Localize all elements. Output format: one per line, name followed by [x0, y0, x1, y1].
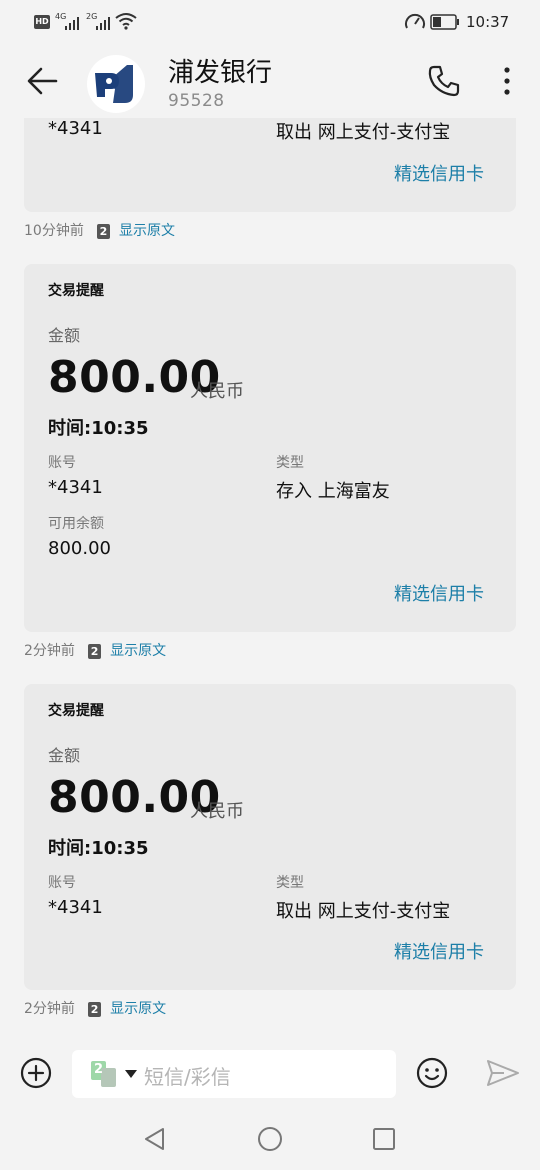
- currency-label: 人民币: [190, 801, 244, 822]
- nav-home-icon[interactable]: [257, 1126, 283, 1152]
- speed-meter-icon: [405, 13, 425, 29]
- type-value: 存入 上海富友: [276, 481, 390, 502]
- amount-label: 金额: [48, 326, 81, 345]
- message-time: 10分钟前: [24, 223, 84, 239]
- type-value: 取出 网上支付-支付宝: [276, 901, 451, 922]
- transaction-time: 时间:10:35: [48, 838, 149, 859]
- type-label: 类型: [276, 875, 304, 891]
- type-label: 类型: [276, 455, 304, 471]
- credit-card-link[interactable]: 精选信用卡: [394, 160, 484, 186]
- nav-recents-icon[interactable]: [373, 1128, 395, 1150]
- transaction-time: 时间:10:35: [48, 418, 149, 439]
- message-time: 2分钟前: [24, 1001, 75, 1017]
- status-bar: HD 4G 2G 10:37: [34, 12, 510, 31]
- smiley-icon[interactable]: [416, 1057, 448, 1089]
- show-original-link[interactable]: 显示原文: [110, 643, 166, 659]
- show-original-link[interactable]: 显示原文: [119, 223, 175, 239]
- contact-number: 95528: [168, 91, 225, 111]
- hd-indicator: HD: [34, 15, 50, 29]
- sim-badge-icon: 2: [96, 224, 110, 239]
- sim-selector[interactable]: 2: [90, 1060, 138, 1088]
- phone-icon[interactable]: [427, 64, 461, 98]
- message-card-partial[interactable]: *4341 取出 网上支付-支付宝 精选信用卡: [24, 118, 516, 212]
- account-label: 账号: [48, 875, 76, 891]
- more-vertical-icon[interactable]: [496, 64, 518, 98]
- message-time: 2分钟前: [24, 643, 75, 659]
- message-meta: 2分钟前 2 显示原文: [24, 998, 166, 1018]
- type-value: 取出 网上支付-支付宝: [276, 122, 451, 143]
- message-meta: 10分钟前 2 显示原文: [24, 220, 175, 240]
- balance-value: 800.00: [48, 538, 111, 559]
- back-arrow-icon[interactable]: [24, 62, 62, 100]
- battery-icon: [430, 14, 459, 30]
- plus-circle-icon[interactable]: [20, 1057, 52, 1089]
- currency-label: 人民币: [190, 381, 244, 402]
- account-label: 账号: [48, 455, 76, 471]
- card-title: 交易提醒: [48, 703, 104, 719]
- account-value: *4341: [48, 118, 103, 139]
- chevron-down-icon: [125, 1070, 137, 1078]
- message-meta: 2分钟前 2 显示原文: [24, 640, 166, 660]
- card-title: 交易提醒: [48, 283, 104, 299]
- balance-label: 可用余额: [48, 516, 104, 532]
- contact-name: 浦发银行: [168, 58, 273, 88]
- amount-label: 金额: [48, 746, 81, 765]
- send-icon[interactable]: [486, 1058, 520, 1088]
- input-placeholder: 短信/彩信: [144, 1065, 231, 1089]
- credit-card-link[interactable]: 精选信用卡: [394, 938, 484, 964]
- show-original-link[interactable]: 显示原文: [110, 1001, 166, 1017]
- sim-badge-icon: 2: [88, 1002, 102, 1017]
- nav-back-icon[interactable]: [142, 1126, 168, 1152]
- credit-card-link[interactable]: 精选信用卡: [394, 580, 484, 606]
- account-value: *4341: [48, 897, 103, 918]
- wifi-icon: [115, 13, 137, 30]
- message-card[interactable]: 交易提醒 金额 800.00 人民币 时间:10:35 账号 *4341 类型 …: [24, 264, 516, 632]
- account-value: *4341: [48, 477, 103, 498]
- sim-badge-icon: 2: [88, 644, 102, 659]
- clock: 10:37: [466, 13, 510, 31]
- spdb-logo-icon: [95, 65, 133, 103]
- message-card[interactable]: 交易提醒 金额 800.00 人民币 时间:10:35 账号 *4341 类型 …: [24, 684, 516, 990]
- message-input[interactable]: 2 短信/彩信: [72, 1050, 396, 1098]
- contact-avatar[interactable]: [87, 55, 145, 113]
